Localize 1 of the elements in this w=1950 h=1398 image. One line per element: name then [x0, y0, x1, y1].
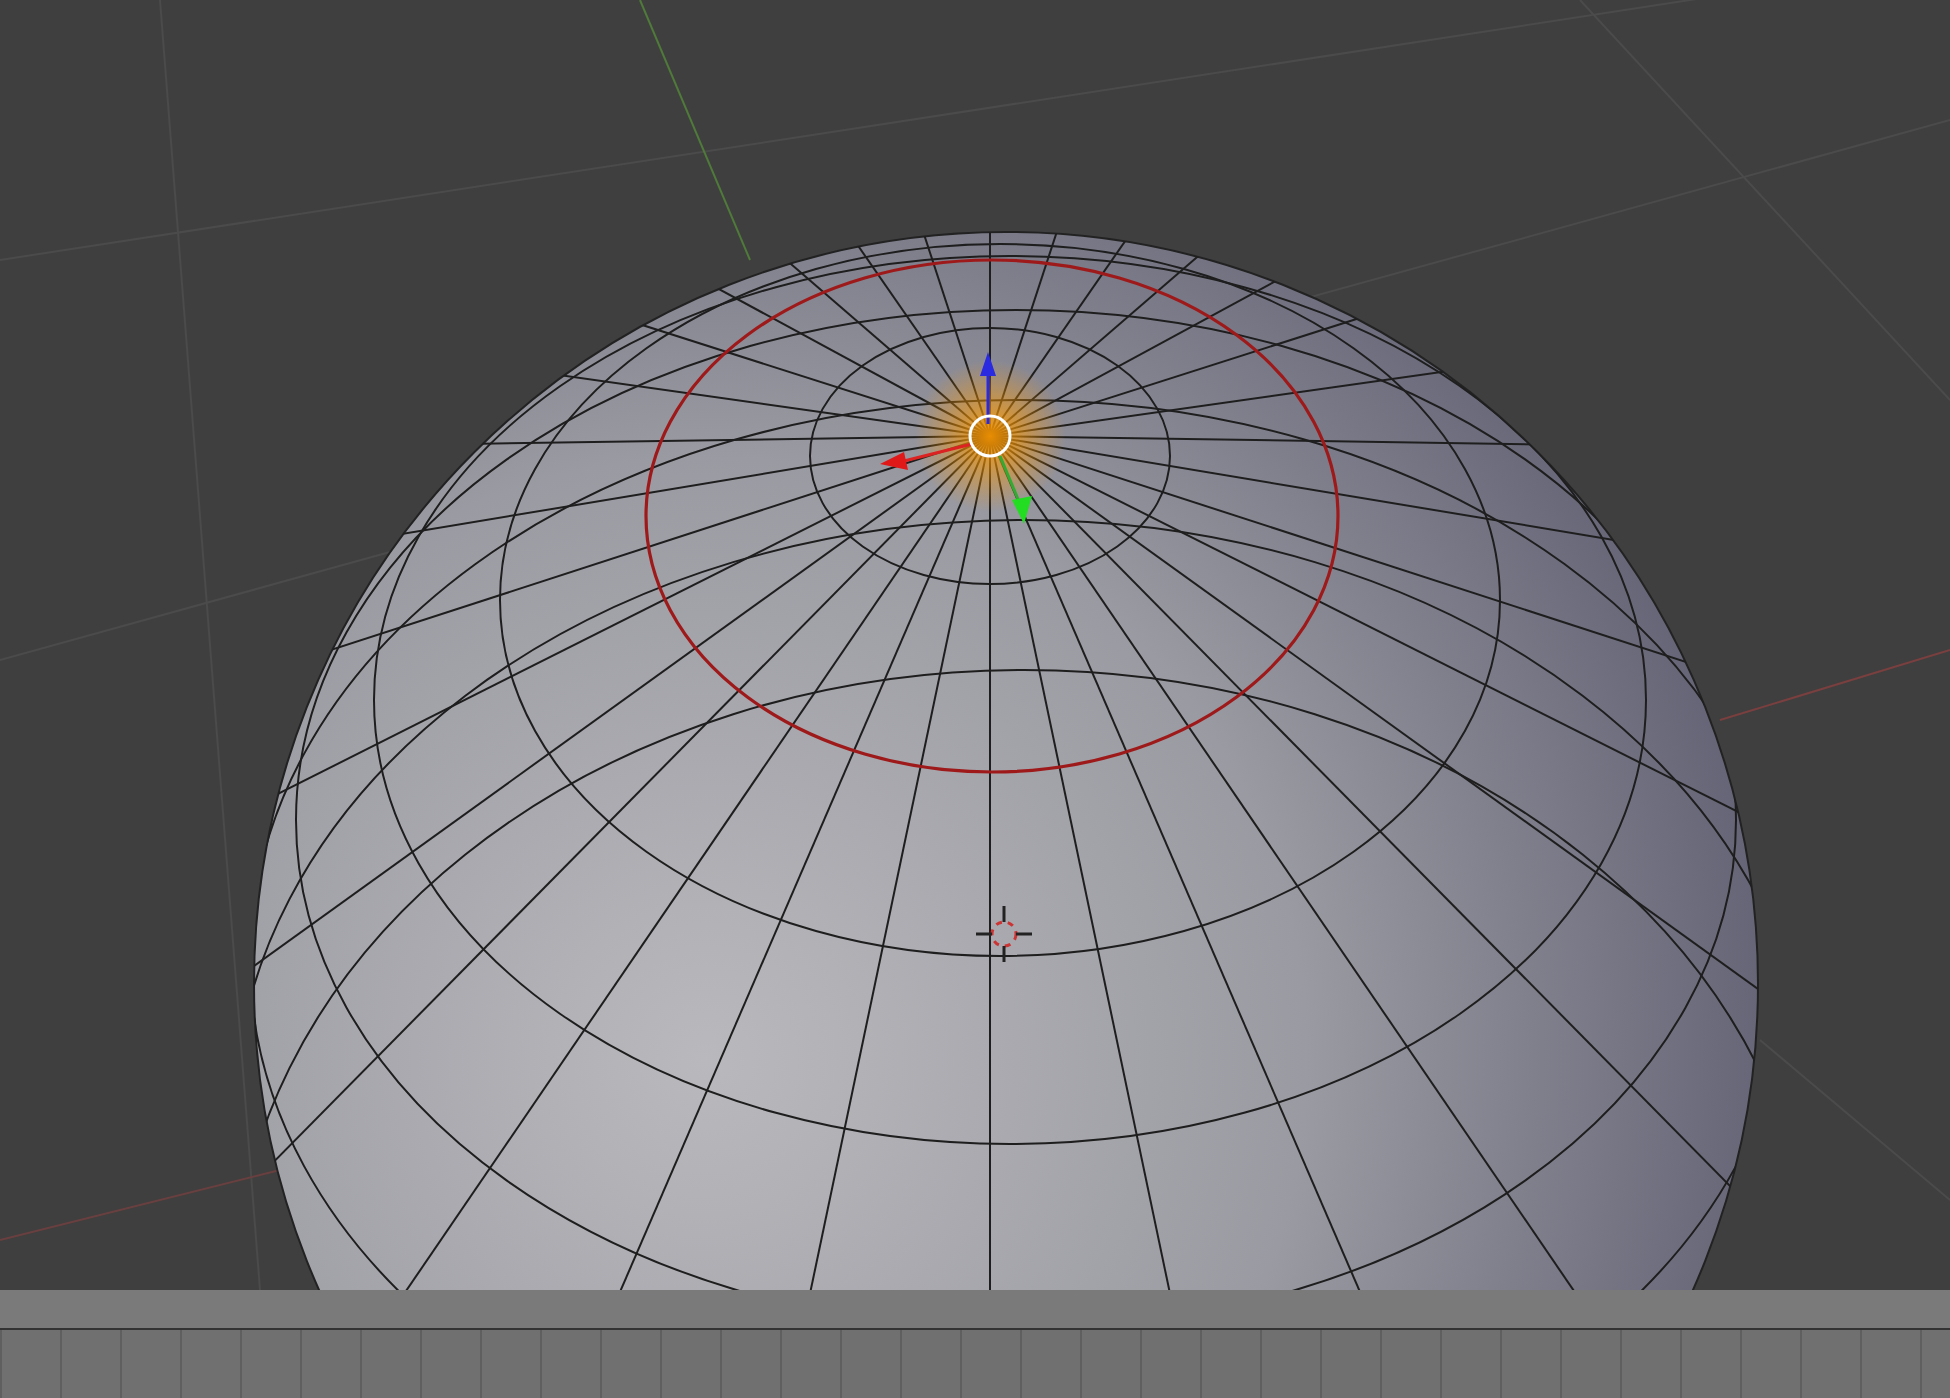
- 3d-cursor-icon: [974, 904, 1034, 964]
